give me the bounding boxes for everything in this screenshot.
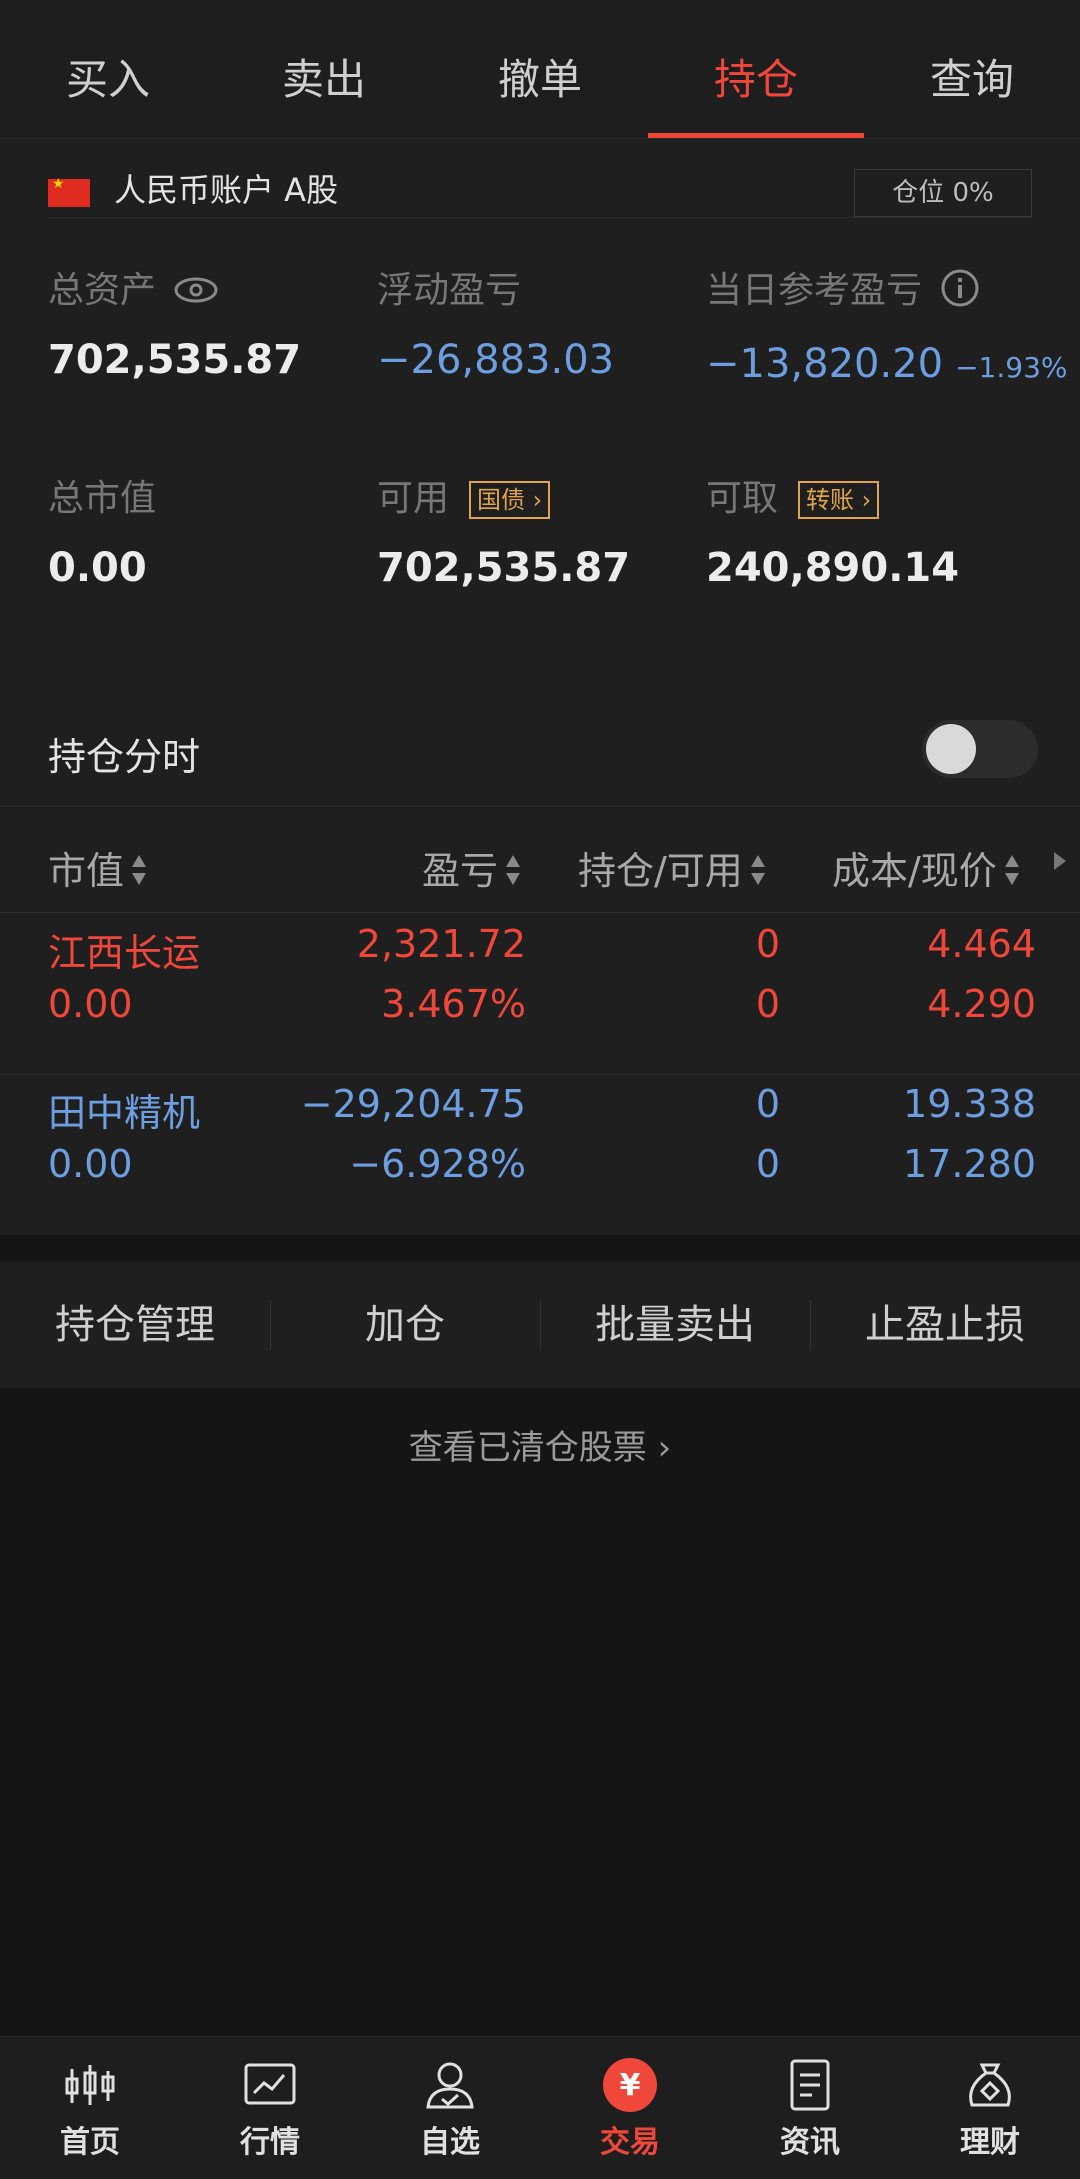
stock-name: 田中精机 xyxy=(48,1091,201,1135)
holdings-timeshare-toggle[interactable] xyxy=(922,720,1038,778)
withdrawable-label: 可取 xyxy=(706,478,779,519)
account-row: 人民币账户 A股 仓位 0% xyxy=(48,157,1032,218)
add-position-button[interactable]: 加仓 xyxy=(270,1262,540,1388)
total-assets: 总资产 702,535.87 xyxy=(48,261,301,383)
stock-cost: 19.338 xyxy=(903,1082,1036,1126)
market-value: 总市值 0.00 xyxy=(48,469,156,591)
daily-pl-value: −13,820.20 xyxy=(706,340,944,387)
table-row[interactable]: 江西长运 0.00 2,321.72 3.467% 0 0 4.464 4.29… xyxy=(0,922,1080,1082)
stock-market-value: 0.00 xyxy=(48,982,133,1026)
daily-pl-label: 当日参考盈亏 xyxy=(706,270,923,311)
sort-icon xyxy=(504,852,522,896)
eye-icon[interactable] xyxy=(174,272,218,313)
column-market-value[interactable]: 市值 xyxy=(48,840,148,896)
total-assets-label: 总资产 xyxy=(48,270,157,311)
candlestick-icon xyxy=(65,2065,115,2105)
available-funds: 可用 国债 › 702,535.87 xyxy=(377,469,630,591)
bottom-navigation: 首页 行情 自选 ¥ 交易 资讯 理财 xyxy=(0,2036,1080,2179)
tab-cancel[interactable]: 撤单 xyxy=(432,0,648,138)
china-flag-icon xyxy=(48,176,90,207)
document-icon xyxy=(790,2059,830,2111)
account-name[interactable]: 人民币账户 A股 xyxy=(114,165,338,211)
stock-pl: −29,204.75 xyxy=(300,1082,526,1126)
stock-market-value: 0.00 xyxy=(48,1142,133,1186)
divider xyxy=(0,806,1080,807)
holding-actions-bar: 持仓管理 加仓 批量卖出 止盈止损 xyxy=(0,1262,1080,1388)
available-label: 可用 xyxy=(377,478,450,519)
tab-sell[interactable]: 卖出 xyxy=(216,0,432,138)
nav-news[interactable]: 资讯 xyxy=(720,2037,900,2179)
market-value-value: 0.00 xyxy=(48,545,147,591)
divider xyxy=(0,912,1080,913)
divider xyxy=(0,1074,1080,1075)
position-ratio-badge[interactable]: 仓位 0% xyxy=(854,169,1032,217)
stock-pl: 2,321.72 xyxy=(356,922,526,966)
stock-price: 17.280 xyxy=(903,1142,1036,1186)
nav-watchlist[interactable]: 自选 xyxy=(360,2037,540,2179)
column-pl[interactable]: 盈亏 xyxy=(422,840,522,896)
nav-wealth[interactable]: 理财 xyxy=(900,2037,1080,2179)
holdings-panel: 持仓分时 市值 盈亏 持仓/可用 成本/现价 江西长运 0.00 2,321.7… xyxy=(0,690,1080,1235)
floating-pl-label: 浮动盈亏 xyxy=(377,270,522,311)
top-tab-bar: 买入 卖出 撤单 持仓 查询 xyxy=(0,0,1080,139)
holding-management-button[interactable]: 持仓管理 xyxy=(0,1262,270,1388)
stop-profit-loss-button[interactable]: 止盈止损 xyxy=(810,1262,1080,1388)
stock-name: 江西长运 xyxy=(48,931,201,975)
sort-icon xyxy=(130,852,148,896)
floating-pl: 浮动盈亏 −26,883.03 xyxy=(377,261,614,383)
sort-icon xyxy=(749,852,767,896)
column-cost-price[interactable]: 成本/现价 xyxy=(832,840,1021,896)
tab-buy[interactable]: 买入 xyxy=(0,0,216,138)
tab-holdings[interactable]: 持仓 xyxy=(648,0,864,138)
stock-pl-percent: 3.467% xyxy=(381,982,526,1026)
batch-sell-button[interactable]: 批量卖出 xyxy=(540,1262,810,1388)
money-bag-icon xyxy=(969,2063,1011,2107)
column-hold-available[interactable]: 持仓/可用 xyxy=(578,840,767,896)
stock-pl-percent: −6.928% xyxy=(349,1142,526,1186)
stock-cost: 4.464 xyxy=(927,922,1036,966)
stock-price: 4.290 xyxy=(927,982,1036,1026)
scroll-right-icon[interactable] xyxy=(1054,852,1066,870)
yuan-icon: ¥ xyxy=(603,2058,657,2112)
holdings-title: 持仓分时 xyxy=(48,735,201,779)
user-check-icon xyxy=(426,2062,474,2109)
withdrawable-value: 240,890.14 xyxy=(706,545,960,591)
market-value-label: 总市值 xyxy=(48,478,157,519)
svg-text:¥: ¥ xyxy=(620,2068,641,2103)
floating-pl-value: −26,883.03 xyxy=(377,337,615,383)
nav-home[interactable]: 首页 xyxy=(0,2037,180,2179)
stock-available: 0 xyxy=(755,982,780,1026)
daily-pl: 当日参考盈亏 −13,820.20 −1.93% xyxy=(706,261,1068,387)
nav-trade[interactable]: ¥ 交易 xyxy=(540,2037,720,2179)
stock-hold: 0 xyxy=(755,1082,780,1126)
daily-pl-percent: −1.93% xyxy=(955,350,1068,384)
transfer-badge-button[interactable]: 转账 › xyxy=(798,481,880,519)
chevron-right-icon: › xyxy=(657,1428,672,1468)
stock-available: 0 xyxy=(755,1142,780,1186)
tab-query[interactable]: 查询 xyxy=(864,0,1080,138)
bond-badge-button[interactable]: 国债 › xyxy=(469,481,551,519)
table-row[interactable]: 田中精机 0.00 −29,204.75 −6.928% 0 0 19.338 … xyxy=(0,1082,1080,1242)
available-value: 702,535.87 xyxy=(377,545,631,591)
view-cleared-stocks-link[interactable]: 查看已清仓股票 › xyxy=(0,1420,1080,1469)
total-assets-value: 702,535.87 xyxy=(48,337,302,383)
stock-hold: 0 xyxy=(755,922,780,966)
account-summary: 人民币账户 A股 仓位 0% 总资产 702,535.87 浮动盈亏 −26,8… xyxy=(0,139,1080,775)
nav-market[interactable]: 行情 xyxy=(180,2037,360,2179)
chart-icon xyxy=(244,2063,296,2105)
info-icon[interactable] xyxy=(940,268,980,317)
withdrawable-funds: 可取 转账 › 240,890.14 xyxy=(706,469,959,591)
sort-icon xyxy=(1003,852,1021,896)
